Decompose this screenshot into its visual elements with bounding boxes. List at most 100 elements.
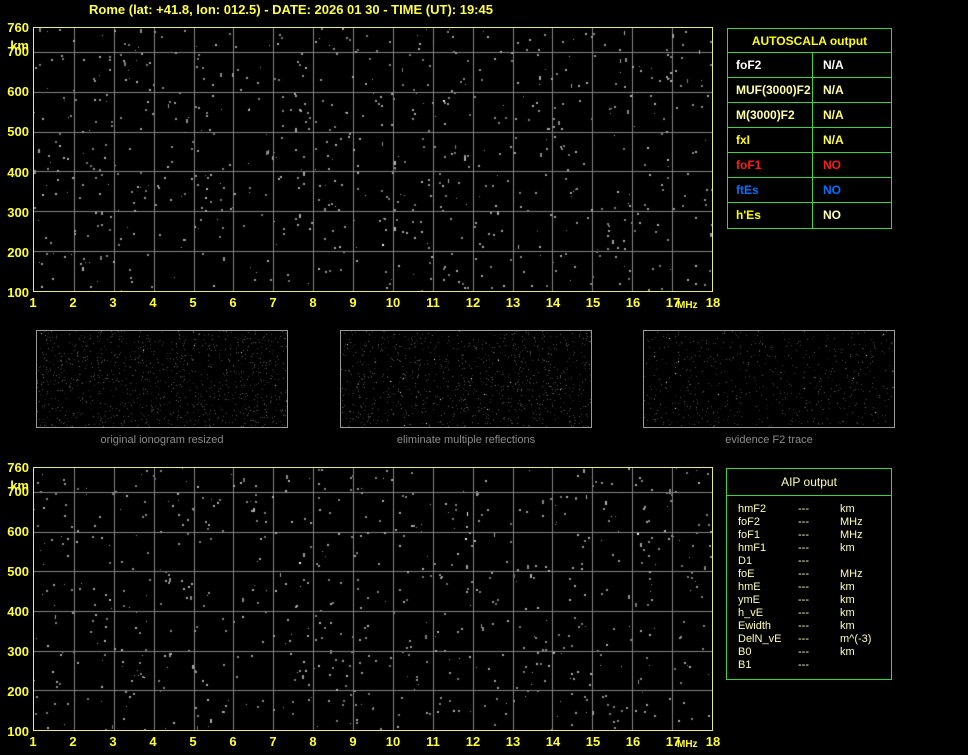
x-axis-tick-label: 11 — [426, 295, 440, 310]
autoscala-param-label: foF1 — [728, 153, 813, 178]
aip-output-table: AIP output hmF2 --- km foF2 --- MHz foF1 --- MHz… — [726, 468, 892, 680]
aip-param-unit — [840, 555, 891, 568]
x-axis-tick-label: 8 — [309, 295, 317, 310]
x-axis-tick-label: 18 — [705, 295, 721, 310]
aip-param-label: hmE — [738, 581, 761, 593]
aip-param-value: --- — [798, 503, 809, 515]
aip-param-label: B1 — [738, 659, 752, 671]
aip-param-label: Ewidth — [738, 620, 772, 632]
aip-param-unit: km — [840, 542, 855, 554]
aip-param-unit: km — [840, 594, 855, 606]
aip-param-unit: km — [840, 581, 855, 593]
aip-table-body: hmF2 --- km foF2 --- MHz foF1 --- MHz hmF1 --- km D1… — [727, 496, 891, 672]
y-axis-tick-label: 400 — [7, 604, 29, 619]
panel-eliminate-reflections-canvas — [341, 331, 591, 427]
x-axis-tick-label: 10 — [385, 734, 401, 749]
x-axis-tick-label: 12 — [465, 295, 481, 310]
aip-table-row: B1 --- — [738, 659, 891, 672]
autoscala-table-row: foF1 NO — [728, 153, 891, 178]
autoscala-param-label: h'Es — [728, 203, 813, 228]
x-axis-tick-label: 9 — [349, 295, 357, 310]
aip-param-unit: MHz — [840, 529, 863, 541]
autoscala-table-row: fxI N/A — [728, 128, 891, 153]
aip-param-value: --- — [798, 659, 809, 671]
autoscala-table-header: AUTOSCALA output — [728, 29, 891, 53]
aip-table-row: hmE --- km — [738, 581, 891, 594]
x-axis-tick-label: 9 — [349, 734, 357, 749]
aip-table-row: D1 --- — [738, 555, 891, 568]
aip-param-unit: km — [840, 503, 855, 515]
autoscala-param-label: foF2 — [728, 53, 813, 78]
autoscala-param-value: NO — [823, 208, 841, 222]
aip-param-label: DelN_vE — [738, 633, 782, 645]
aip-table-row: Ewidth --- km — [738, 620, 891, 633]
panel-caption-evidence: evidence F2 trace — [725, 434, 813, 446]
y-axis-tick-label: 300 — [7, 644, 29, 659]
autoscala-param-value: N/A — [823, 108, 844, 122]
panel-caption-eliminate: eliminate multiple reflections — [396, 434, 536, 446]
autoscala-param-value: N/A — [823, 58, 844, 72]
x-axis-tick-label: 14 — [545, 734, 561, 749]
aip-table-header: AIP output — [727, 469, 891, 496]
aip-param-label: hmF1 — [738, 542, 767, 554]
x-axis-tick-label: 13 — [505, 295, 521, 310]
y-axis-tick-label: 500 — [7, 564, 29, 579]
autoscala-table-row: h'Es NO — [728, 203, 891, 228]
panel-original-ionogram-canvas — [37, 331, 287, 427]
x-axis-tick-label: 15 — [585, 295, 601, 310]
x-axis-tick-label: 10 — [385, 295, 401, 310]
x-axis-tick-label: 13 — [505, 734, 521, 749]
bottom-ionogram-canvas — [34, 468, 712, 730]
aip-table-row: h_vE --- km — [738, 607, 891, 620]
y-axis-tick-label: 400 — [7, 164, 29, 180]
panel-eliminate-reflections-box — [340, 330, 592, 428]
aip-param-label: D1 — [738, 555, 753, 567]
aip-param-label: h_vE — [738, 607, 764, 619]
panel-eliminate-reflections: eliminate multiple reflections — [340, 330, 592, 446]
aip-param-value: --- — [798, 568, 809, 580]
x-axis-tick-label: 4 — [149, 734, 157, 749]
x-axis-tick-label: 16 — [625, 295, 641, 310]
x-axis-tick-label: 6 — [229, 734, 237, 749]
autoscala-table-row: ftEs NO — [728, 178, 891, 203]
aip-table-row: B0 --- km — [738, 646, 891, 659]
aip-param-value: --- — [798, 633, 809, 645]
aip-param-label: foF2 — [738, 516, 761, 528]
panel-caption-original: original ionogram resized — [100, 434, 224, 446]
autoscala-param-label: M(3000)F2 — [728, 103, 813, 128]
panel-evidence-f2-trace-box — [643, 330, 895, 428]
y-axis-tick-label: 500 — [7, 124, 29, 140]
x-axis-tick-label: 15 — [585, 734, 601, 749]
autoscala-param-value: NO — [823, 183, 841, 197]
x-axis-tick-label: 7 — [269, 734, 277, 749]
x-axis-tick-label: 5 — [189, 295, 197, 310]
aip-table-row: hmF1 --- km — [738, 542, 891, 555]
x-axis-tick-label: 1 — [29, 734, 37, 749]
y-axis-tick-label: 200 — [7, 244, 29, 260]
y-axis-tick-label: 600 — [7, 84, 29, 100]
aip-param-value: --- — [798, 529, 809, 541]
aip-table-row: hmF2 --- km — [738, 503, 891, 516]
y-axis-tick-label: 760 — [7, 20, 29, 35]
aip-param-unit: km — [840, 607, 855, 619]
aip-param-value: --- — [798, 542, 809, 554]
x-axis-tick-label: 3 — [109, 734, 117, 749]
autoscala-param-label: ftEs — [728, 178, 813, 203]
y-axis-tick-label: 100 — [7, 724, 29, 739]
autoscala-table-row: MUF(3000)F2 N/A — [728, 78, 891, 103]
aip-param-label: B0 — [738, 646, 752, 658]
bottom-ionogram-plot — [33, 467, 713, 731]
aip-table-row: foF2 --- MHz — [738, 516, 891, 529]
aip-table-row: ymE --- km — [738, 594, 891, 607]
y-axis-tick-label: 760 — [7, 460, 29, 475]
aip-param-value: --- — [798, 646, 809, 658]
x-axis-tick-label: 2 — [69, 734, 77, 749]
aip-param-label: foF1 — [738, 529, 761, 541]
autoscala-param-value: N/A — [823, 133, 844, 147]
aip-param-label: ymE — [738, 594, 760, 606]
aip-param-value: --- — [798, 594, 809, 606]
panel-original-ionogram-box — [36, 330, 288, 428]
aip-param-unit: MHz — [840, 568, 863, 580]
x-axis-tick-label: 12 — [465, 734, 481, 749]
autoscala-table-body: foF2 N/A MUF(3000)F2 N/A M(3000)F2 N/A fxI N/A f… — [728, 53, 891, 228]
